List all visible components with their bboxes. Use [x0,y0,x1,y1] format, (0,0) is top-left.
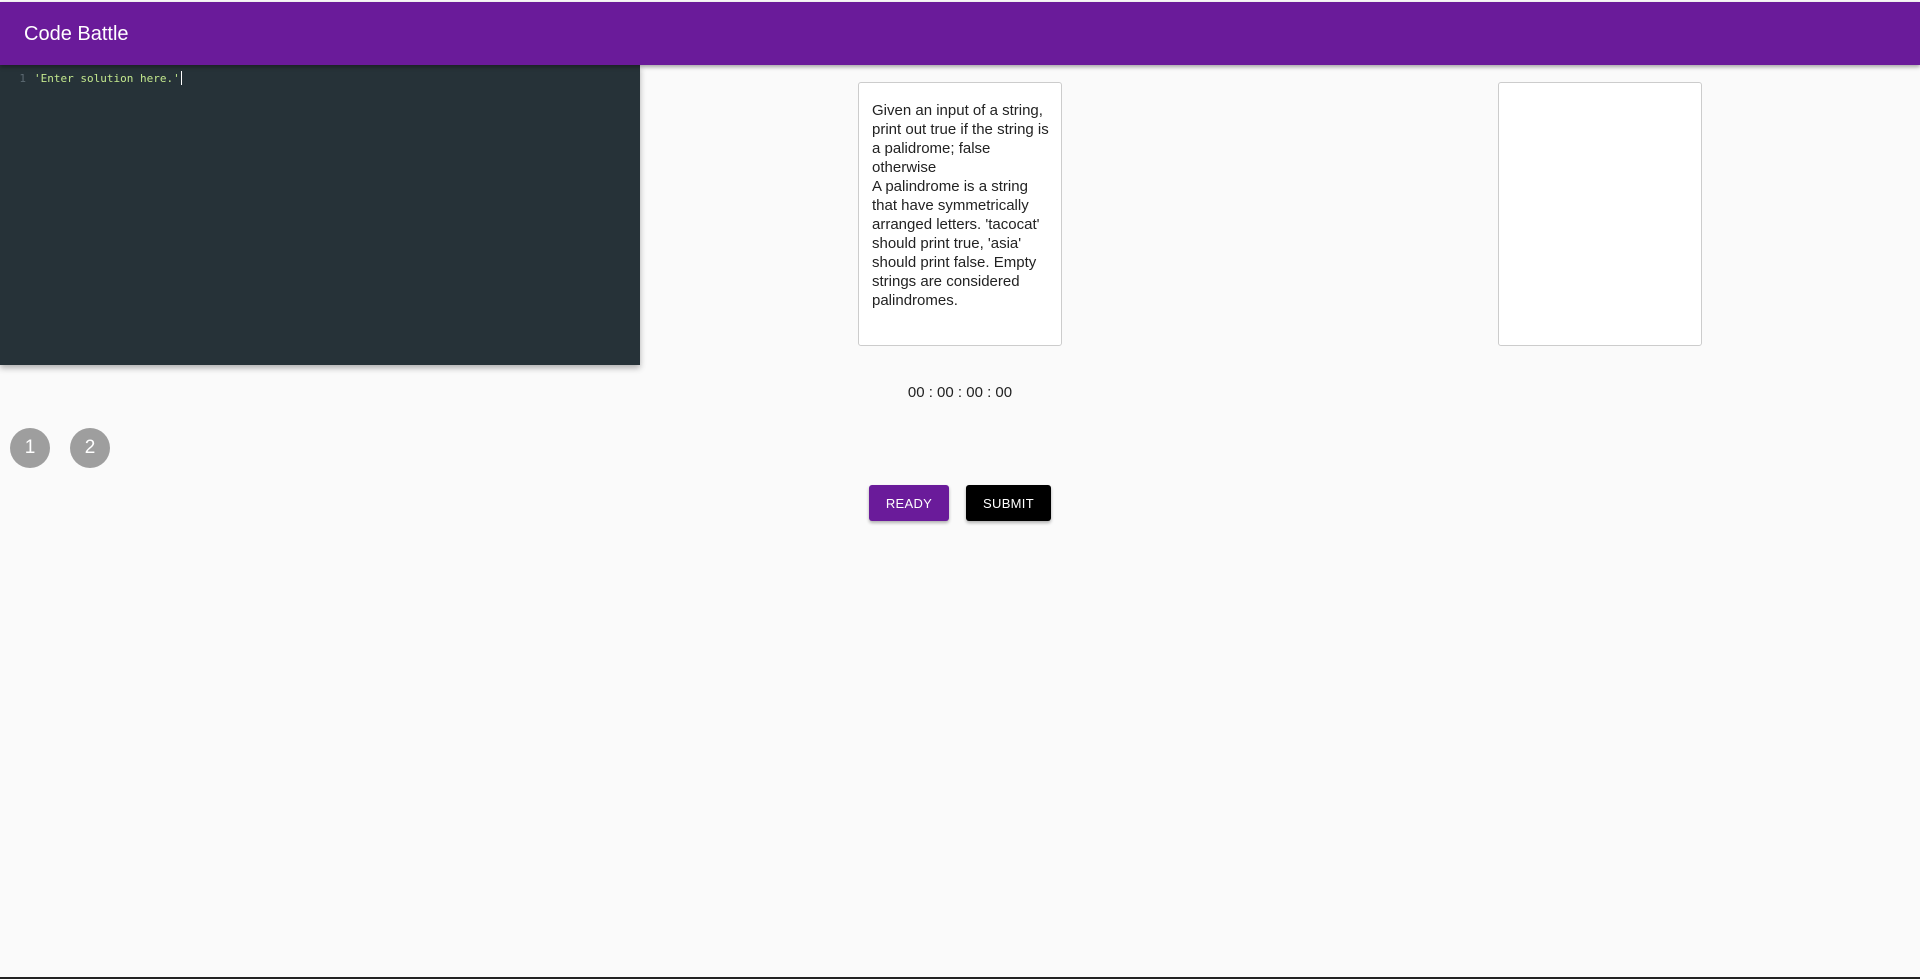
output-card [1498,82,1702,346]
text-cursor [180,71,182,85]
player-avatar-2[interactable]: 2 [70,428,110,468]
app-bar: Code Battle [0,2,1920,65]
battle-timer: 00 : 00 : 00 : 00 [907,384,1013,401]
problem-text: Given an input of a string, print out tr… [872,102,1049,176]
problem-text: A palindrome is a string that have symme… [872,178,1040,309]
editor-line[interactable]: 1 'Enter solution here.' [0,70,182,86]
problem-description-card: Given an input of a string, print out tr… [858,82,1062,346]
page: Code Battle 1 'Enter solution here.' Giv… [0,0,1920,979]
submit-button[interactable]: SUBMIT [966,485,1051,521]
code-text[interactable]: 'Enter solution here.' [34,72,180,85]
player-avatar-1[interactable]: 1 [10,428,50,468]
code-editor[interactable]: 1 'Enter solution here.' [0,65,640,365]
line-number: 1 [19,71,26,85]
ready-button[interactable]: READY [869,485,949,521]
app-title: Code Battle [24,23,129,45]
